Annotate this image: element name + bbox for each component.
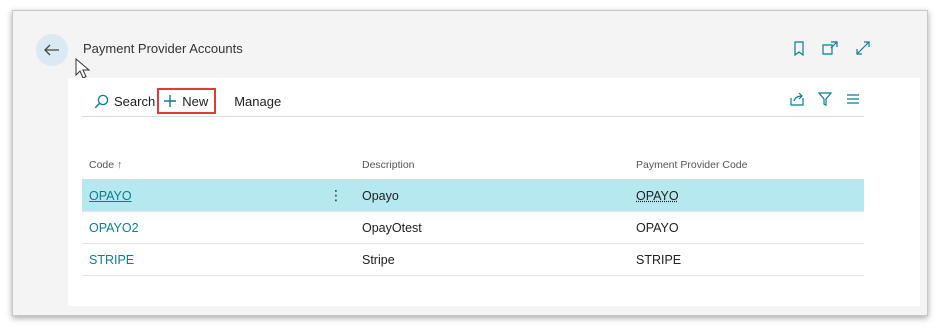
table-row[interactable]: OPAYO2 OpayOtest OPAYO — [82, 211, 864, 244]
manage-label: Manage — [234, 93, 282, 109]
cell-description: Stripe — [355, 243, 629, 276]
cell-description: OpayOtest — [355, 211, 629, 244]
column-header-payment-provider-code[interactable]: Payment Provider Code — [629, 151, 864, 180]
sort-ascending-icon: ↑ — [117, 159, 123, 171]
page-window: Payment Provider Accounts Search New Man… — [12, 10, 928, 316]
search-action[interactable]: Search — [94, 88, 155, 114]
column-header-description[interactable]: Description — [355, 151, 629, 180]
list-content: Search New Manage Code ↑ Description Pay… — [68, 78, 920, 306]
manage-menu[interactable]: Manage — [234, 88, 281, 114]
cell-code[interactable]: STRIPE — [82, 243, 317, 276]
cell-payment-provider-code: STRIPE — [629, 243, 864, 276]
mouse-cursor-icon — [75, 58, 91, 79]
back-arrow-icon — [44, 44, 59, 56]
cell-payment-provider-code: OPAYO — [629, 211, 864, 244]
search-icon — [94, 94, 109, 108]
cell-code[interactable]: OPAYO — [82, 179, 317, 212]
bookmark-icon[interactable] — [793, 40, 805, 56]
new-button[interactable]: New — [157, 88, 217, 114]
column-header-spacer — [317, 151, 355, 180]
open-in-new-window-icon[interactable] — [822, 40, 838, 56]
row-spacer — [317, 211, 355, 244]
cell-payment-provider-code: OPAYO — [629, 179, 864, 212]
search-label: Search — [114, 93, 156, 109]
plus-icon — [164, 95, 177, 107]
more-options-icon[interactable]: ⋮ — [317, 179, 355, 212]
row-spacer — [317, 243, 355, 276]
action-bar: Search New Manage — [82, 86, 864, 117]
list-view-icon[interactable] — [846, 92, 860, 106]
accounts-table: Code ↑ Description Payment Provider Code… — [82, 151, 864, 276]
cell-description: Opayo — [355, 179, 629, 212]
back-button[interactable] — [36, 34, 68, 66]
table-row[interactable]: STRIPE Stripe STRIPE — [82, 243, 864, 276]
column-header-code[interactable]: Code ↑ — [82, 151, 317, 180]
share-icon[interactable] — [790, 92, 804, 106]
table-row[interactable]: OPAYO ⋮ Opayo OPAYO — [82, 179, 864, 212]
expand-icon[interactable] — [855, 40, 871, 56]
new-label: New — [182, 93, 209, 109]
list-actions — [790, 92, 860, 106]
filter-icon[interactable] — [818, 92, 832, 106]
cell-code[interactable]: OPAYO2 — [82, 211, 317, 244]
page-title: Payment Provider Accounts — [83, 41, 243, 56]
table-header-row: Code ↑ Description Payment Provider Code — [82, 151, 864, 180]
page-header-actions — [793, 40, 871, 56]
